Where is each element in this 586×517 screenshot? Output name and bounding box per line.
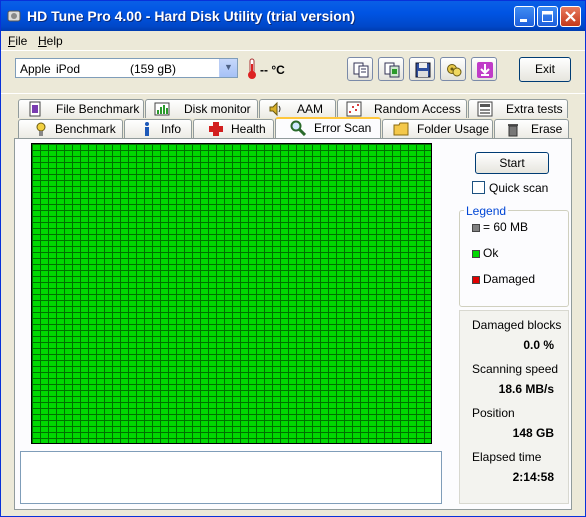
menu-bar: File Help [1, 31, 585, 51]
temperature-readout: -- °C [260, 63, 285, 77]
copy-icon [353, 62, 369, 78]
legend-label-damaged: Damaged [483, 272, 536, 286]
elapsed-time-value: 2:14:58 [512, 470, 554, 484]
tab-disk-monitor[interactable]: Disk monitor [145, 99, 258, 118]
tab-label: AAM [297, 102, 324, 116]
tab-label: Health [231, 122, 266, 136]
floppy-disk-icon [415, 62, 431, 78]
minimize-button[interactable] [514, 6, 535, 27]
tab-label: Random Access [374, 102, 461, 116]
menu-file[interactable]: File [8, 34, 27, 48]
tab-label: Error Scan [314, 121, 372, 135]
maximize-button[interactable] [537, 6, 558, 27]
quick-scan-label[interactable]: Quick scan [489, 181, 548, 195]
tab-label: Info [161, 122, 182, 136]
options-button[interactable] [440, 57, 466, 81]
tab-label: Erase [531, 122, 563, 136]
tab-label: Extra tests [506, 102, 563, 116]
copy-screenshot-button[interactable] [378, 57, 404, 81]
copy-screenshot-icon [384, 62, 400, 78]
toolbar: Apple iPod (159 gB) ▼ -- °C Exit [1, 51, 585, 94]
speaker-icon [269, 101, 281, 117]
tab-file-benchmark[interactable]: File Benchmark [18, 99, 144, 118]
window-title: HD Tune Pro 4.00 - Hard Disk Utility (tr… [27, 8, 356, 24]
file-benchmark-icon [29, 101, 41, 117]
benchmark-icon [36, 122, 46, 136]
minimize-icon [520, 19, 527, 22]
tab-extra-tests[interactable]: Extra tests [468, 99, 568, 118]
tab-label: File Benchmark [56, 102, 140, 116]
extra-tests-icon [477, 101, 493, 117]
position-label: Position [472, 406, 515, 420]
exit-button[interactable]: Exit [519, 57, 571, 82]
legend-swatch-damaged [472, 276, 480, 284]
scanning-speed-value: 18.6 MB/s [498, 382, 554, 396]
scan-block-map [31, 143, 432, 444]
copy-info-button[interactable] [347, 57, 373, 81]
tab-error-scan[interactable]: Error Scan [275, 117, 381, 138]
magnifier-icon [290, 120, 306, 136]
tab-benchmark[interactable]: Benchmark [18, 119, 123, 138]
info-icon [145, 122, 149, 136]
close-button[interactable] [560, 6, 581, 27]
legend-swatch-ok [472, 250, 480, 258]
elapsed-time-label: Elapsed time [472, 450, 542, 464]
legend-title: Legend [464, 204, 509, 218]
tab-label: Folder Usage [417, 122, 490, 136]
legend-label-block-size: = 60 MB [483, 220, 529, 234]
scan-blocks-ok [32, 144, 431, 443]
disk-monitor-icon [154, 102, 170, 116]
tab-health[interactable]: Health [193, 119, 274, 138]
random-access-icon [346, 101, 362, 117]
tab-folder-usage[interactable]: Folder Usage [382, 119, 493, 138]
chevron-down-icon[interactable]: ▼ [219, 59, 237, 77]
legend-label-ok: Ok [483, 246, 499, 260]
tab-info[interactable]: Info [124, 119, 192, 138]
folder-icon [393, 122, 409, 136]
title-bar[interactable]: HD Tune Pro 4.00 - Hard Disk Utility (tr… [1, 1, 585, 31]
quick-scan-checkbox[interactable] [472, 181, 485, 194]
tab-erase[interactable]: Erase [494, 119, 569, 138]
menu-help[interactable]: Help [38, 34, 63, 48]
position-value: 148 GB [512, 426, 554, 440]
tab-label: Disk monitor [184, 102, 251, 116]
options-icon [447, 64, 462, 77]
trash-icon [508, 124, 518, 137]
tab-random-access[interactable]: Random Access [337, 99, 467, 118]
download-button[interactable] [471, 57, 497, 81]
legend-swatch-block-size [472, 224, 480, 232]
close-icon [565, 11, 576, 22]
thermometer-icon [248, 58, 256, 79]
drive-vendor: Apple [20, 62, 51, 76]
damaged-blocks-value: 0.0 % [523, 338, 554, 352]
scanning-speed-label: Scanning speed [472, 362, 559, 376]
scan-log-box[interactable] [20, 451, 442, 504]
health-icon [209, 122, 223, 136]
damaged-blocks-label: Damaged blocks [472, 318, 562, 332]
hd-tune-app-icon [7, 10, 21, 22]
drive-select[interactable]: Apple iPod (159 gB) ▼ [15, 58, 238, 78]
tab-label: Benchmark [55, 122, 116, 136]
download-arrow-icon [477, 62, 493, 78]
tab-aam[interactable]: AAM [259, 99, 336, 118]
app-window: HD Tune Pro 4.00 - Hard Disk Utility (tr… [0, 0, 586, 517]
start-button[interactable]: Start [475, 152, 549, 174]
save-button[interactable] [409, 57, 435, 81]
drive-size: (159 gB) [130, 62, 177, 76]
maximize-icon [542, 11, 553, 22]
drive-model: iPod [56, 62, 81, 76]
